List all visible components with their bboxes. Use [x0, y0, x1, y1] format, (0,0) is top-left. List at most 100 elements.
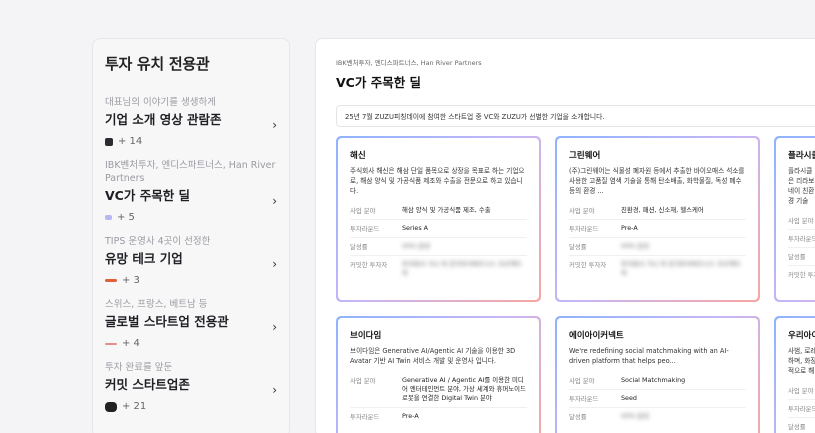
- deal-card[interactable]: 우리아이 사범, 로레 하며, 화장 적으로 해 사업 분야 투자라운드 달성률: [774, 316, 815, 433]
- field-label: 사업 분야: [569, 207, 595, 215]
- company-logo-icon: [105, 342, 117, 345]
- rate-row: 달성률 00% 달성: [350, 238, 527, 256]
- company-description: 주식회사 해신은 해삼 단일 품목으로 상장을 목표로 하는 기업으로, 해삼 …: [350, 167, 525, 195]
- chevron-right-icon: ›: [272, 194, 277, 208]
- sidebar-title: 투자 유치 전용관: [105, 55, 210, 73]
- round-row: 투자라운드 Seed: [569, 390, 746, 408]
- round-row: 투자라운드 Pre-A: [569, 220, 746, 238]
- investor-value: 투자회사 가나 외 한국투자파트너스 프로젝트 외: [402, 260, 522, 277]
- company-logo-icon: [105, 279, 117, 282]
- company-description: We're redefining social matchmaking with…: [569, 347, 729, 365]
- sidebar-item-subtitle: 스위스, 프랑스, 베트남 등: [105, 299, 208, 310]
- sidebar-item-meta: + 14: [105, 136, 277, 147]
- more-count: + 21: [122, 401, 147, 412]
- investor-label: 커밋한 투자자: [788, 271, 815, 279]
- field-label: 사업 분야: [350, 377, 376, 385]
- deal-card[interactable]: 그린웨어 (주)그린웨어는 식물성 폐자원 등에서 추출한 바이오매스 석소를 …: [555, 136, 760, 302]
- sidebar-item-subtitle: 투자 완료를 앞둔: [105, 362, 173, 373]
- field-value: 친환경, 패션, 신소재, 헬스케어: [621, 206, 704, 214]
- rate-label: 달성률: [569, 243, 587, 251]
- field-row: 사업 분야 친환경, 패션, 신소재, 헬스케어: [569, 202, 746, 220]
- sidebar-item-subtitle: IBK벤처투자, 엔디스파트너스, Han River Partners: [105, 160, 276, 184]
- investor-label: 커밋한 투자자: [569, 261, 607, 269]
- round-label: 투자라운드: [350, 225, 380, 233]
- rate-row: 달성률: [788, 418, 815, 433]
- more-count: + 5: [117, 212, 135, 223]
- field-value: 해삼 양식 및 가공식품 제조, 수출: [402, 206, 491, 214]
- breadcrumb: IBK벤처투자, 엔디스파트너스, Han River Partners: [336, 59, 482, 67]
- round-row: 투자라운드 Pre-A: [350, 408, 527, 425]
- round-value: Pre-A: [621, 224, 638, 232]
- chevron-right-icon: ›: [272, 383, 277, 397]
- notice-text: 25년 7월 ZUZU피칭데이에 참여한 스타트업 중 VC와 ZUZU가 선별…: [345, 113, 605, 121]
- company-name: 해신: [350, 151, 366, 161]
- round-label: 투자라운드: [569, 225, 599, 233]
- field-row: 사업 분야 Social Matchmaking: [569, 372, 746, 390]
- field-row: 사업 분야: [788, 212, 815, 230]
- investor-row: 커밋한 투자자 투자회사 가나 외 한국투자파트너스 프로젝트 외: [350, 256, 527, 282]
- rate-row: 달성률 00% 달성: [569, 408, 746, 425]
- company-name: 에이아이커넥트: [569, 331, 624, 341]
- deal-card[interactable]: 해신 주식회사 해신은 해삼 단일 품목으로 상장을 목표로 하는 기업으로, …: [336, 136, 541, 302]
- more-count: + 14: [118, 136, 143, 147]
- rate-value: 00% 달성: [402, 242, 430, 250]
- sidebar-item-meta: + 3: [105, 275, 277, 286]
- sidebar-item-title: 기업 소개 영상 관람존: [105, 112, 222, 127]
- sidebar-item-video-zone[interactable]: 대표님의 이야기를 생생하게 기업 소개 영상 관람존 › + 14: [105, 96, 277, 147]
- rate-label: 달성률: [788, 423, 806, 431]
- round-value: Pre-A: [402, 412, 419, 420]
- field-row: 사업 분야: [788, 382, 815, 400]
- field-label: 사업 분야: [350, 207, 376, 215]
- sidebar-item-subtitle: 대표님의 이야기를 생생하게: [105, 97, 216, 108]
- more-count: + 4: [122, 338, 140, 349]
- field-value: Social Matchmaking: [621, 376, 686, 384]
- page-title: VC가 주목한 딜: [336, 75, 422, 90]
- company-name: 우리아이: [788, 331, 815, 341]
- sidebar-item-tech[interactable]: TIPS 운영사 4곳이 선정한 유망 테크 기업 › + 3: [105, 235, 277, 286]
- rate-label: 달성률: [569, 413, 587, 421]
- sidebar-item-meta: + 4: [105, 338, 277, 349]
- investor-label: 커밋한 투자자: [350, 261, 388, 269]
- round-value: Series A: [402, 224, 429, 232]
- deal-card[interactable]: 브이다임 브이다임은 Generative AI/Agentic AI 기술을 …: [336, 316, 541, 433]
- field-label: 사업 분야: [788, 217, 814, 225]
- sidebar-item-meta: + 21: [105, 401, 277, 412]
- chevron-right-icon: ›: [272, 320, 277, 334]
- company-description: (주)그린웨어는 식물성 폐자원 등에서 추출한 바이오매스 석소를 사용한 고…: [569, 167, 745, 195]
- sidebar-item-title: 유망 테크 기업: [105, 251, 183, 266]
- sidebar: 투자 유치 전용관 대표님의 이야기를 생생하게 기업 소개 영상 관람존 › …: [92, 38, 290, 433]
- investor-value: 투자회사 가나 외 한국투자파트너스 프로젝트 외: [621, 260, 741, 277]
- investor-row: 커밋한 투자자: [788, 266, 815, 283]
- field-label: 사업 분야: [569, 377, 595, 385]
- chevron-right-icon: ›: [272, 257, 277, 271]
- company-name: 그린웨어: [569, 151, 601, 161]
- company-logo-icon: [105, 137, 113, 146]
- rate-label: 달성률: [350, 243, 368, 251]
- sidebar-item-commit[interactable]: 투자 완료를 앞둔 커밋 스타트업존 › + 21: [105, 361, 277, 412]
- round-row: 투자라운드: [788, 230, 815, 248]
- company-logo-icon: [105, 401, 117, 412]
- sidebar-item-global[interactable]: 스위스, 프랑스, 베트남 등 글로벌 스타트업 전용관 › + 4: [105, 298, 277, 349]
- field-row: 사업 분야 Generative AI / Agentic AI를 이용한 미디…: [350, 372, 527, 408]
- deal-card[interactable]: 에이아이커넥트 We're redefining social matchmak…: [555, 316, 760, 433]
- notice-banner: 25년 7월 ZUZU피칭데이에 참여한 스타트업 중 VC와 ZUZU가 선별…: [336, 105, 815, 127]
- field-label: 사업 분야: [788, 387, 814, 395]
- sidebar-item-title: 글로벌 스타트업 전용관: [105, 314, 229, 329]
- company-description: 브이다임은 Generative AI/Agentic AI 기술을 이용한 3…: [350, 347, 516, 365]
- rate-row: 달성률 00% 달성: [569, 238, 746, 256]
- round-label: 투자라운드: [569, 395, 599, 403]
- field-value: Generative AI / Agentic AI를 이용한 미디어 엔터테인…: [402, 376, 526, 402]
- company-logo-icon: [105, 215, 112, 220]
- sidebar-item-vc-deal[interactable]: IBK벤처투자, 엔디스파트너스, Han River Partners VC가…: [105, 159, 277, 223]
- round-row: 투자라운드 Series A: [350, 220, 527, 238]
- main-panel: IBK벤처투자, 엔디스파트너스, Han River Partners VC가…: [315, 38, 815, 433]
- sidebar-item-title: 커밋 스타트업존: [105, 377, 190, 392]
- company-description: 사범, 로레 하며, 화장 적으로 해: [788, 347, 815, 375]
- company-name: 브이다임: [350, 331, 382, 341]
- sidebar-item-subtitle: TIPS 운영사 4곳이 선정한: [105, 236, 211, 247]
- round-row: 투자라운드: [788, 400, 815, 418]
- investor-row: 커밋한 투자자 투자회사 가나 외 한국투자파트너스 프로젝트 외: [569, 256, 746, 282]
- deal-card[interactable]: 플라시클 플라시클은 리라보네이 친환경 기술 사업 분야 투자라운드 달성률 …: [774, 136, 815, 302]
- rate-value: 00% 달성: [621, 242, 649, 250]
- company-description: 플라시클은 리라보네이 친환경 기술: [788, 167, 815, 205]
